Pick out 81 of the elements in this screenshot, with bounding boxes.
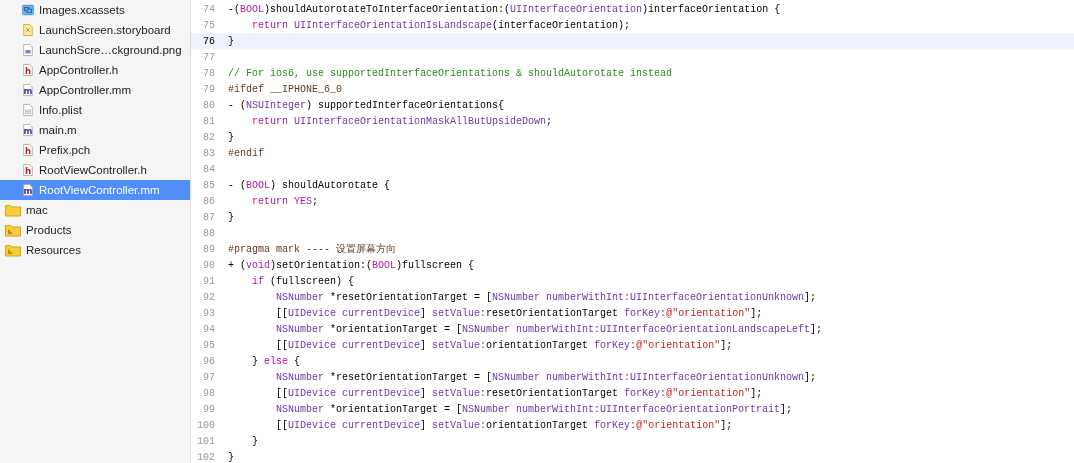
source-file-icon: m xyxy=(22,83,34,97)
code-text: [[UIDevice currentDevice] setValue:orientationTarget forKey:@"orientation"]; xyxy=(275,419,733,431)
file-item[interactable]: m AppController.mm xyxy=(0,80,190,100)
line-number: 80 xyxy=(202,99,215,111)
source-file-icon: m xyxy=(22,123,34,137)
line-number: 91 xyxy=(202,275,215,287)
code-text: } xyxy=(251,435,258,447)
line-number: 90 xyxy=(202,259,215,271)
asset-catalog-icon xyxy=(22,3,34,17)
line-number: 81 xyxy=(202,115,215,127)
code-text: return YES; xyxy=(251,195,319,207)
line-number: 76 xyxy=(202,35,215,47)
line-number: 78 xyxy=(202,67,215,79)
line-number: 74 xyxy=(202,3,215,15)
file-item[interactable]: m main.m xyxy=(0,120,190,140)
code-text: #ifdef __IPHONE_6_0 xyxy=(228,83,343,95)
line-number: 102 xyxy=(196,451,215,463)
line-number: 98 xyxy=(202,387,215,399)
code-text: } xyxy=(228,35,234,47)
code-text: #endif xyxy=(228,147,264,159)
code-text: - (NSUInteger) supportedInterfaceOrientations{ xyxy=(228,99,505,111)
line-number: 93 xyxy=(202,307,215,319)
group-item[interactable]: Resources xyxy=(0,240,190,260)
line-number: 79 xyxy=(202,83,215,95)
file-item[interactable]: Info.plist xyxy=(0,100,190,120)
code-text: return UIInterfaceOrientationMaskAllButUpsideDown; xyxy=(251,115,553,127)
code-text: return UIInterfaceOrientationIsLandscape(interfaceOrientation); xyxy=(251,19,631,31)
storyboard-file-icon xyxy=(22,23,34,37)
group-folder-icon xyxy=(5,223,21,237)
code-text: if (fullscreen) { xyxy=(251,275,355,287)
group-folder-icon xyxy=(5,243,21,257)
line-number: 99 xyxy=(202,403,215,415)
code-text: [[UIDevice currentDevice] setValue:orientationTarget forKey:@"orientation"]; xyxy=(275,339,733,351)
line-number: 96 xyxy=(202,355,215,367)
line-number: 92 xyxy=(202,291,215,303)
code-text: [[UIDevice currentDevice] setValue:resetOrientationTarget forKey:@"orientation"]; xyxy=(275,387,763,399)
file-item[interactable]: h Prefix.pch xyxy=(0,140,190,160)
line-number: 77 xyxy=(202,51,215,63)
code-text: [[UIDevice currentDevice] setValue:resetOrientationTarget forKey:@"orientation"]; xyxy=(275,307,763,319)
file-item[interactable]: h AppController.h xyxy=(0,60,190,80)
code-text: // For ios6, use supportedInterfaceOrientations & shouldAutorotate instead xyxy=(228,67,673,79)
group-item[interactable]: mac xyxy=(0,200,190,220)
code-text: + (void)setOrientation:(BOOL)fullscreen { xyxy=(228,259,475,271)
plist-file-icon xyxy=(22,103,34,117)
header-file-icon: h xyxy=(22,163,34,177)
line-number: 83 xyxy=(202,147,215,159)
line-number: 75 xyxy=(202,19,215,31)
source-file-icon: m xyxy=(22,183,34,197)
folder-icon xyxy=(5,203,21,217)
header-file-icon: h xyxy=(22,63,34,77)
code-text: NSNumber *resetOrientationTarget = [NSNumber numberWithInt:UIInterfaceOrientationUnknown]; xyxy=(275,291,817,303)
line-number: 89 xyxy=(202,243,215,255)
code-text: } xyxy=(228,451,234,463)
file-item[interactable]: Images.xcassets xyxy=(0,0,190,20)
line-number: 88 xyxy=(202,227,215,239)
line-number: 87 xyxy=(202,211,215,223)
image-file-icon xyxy=(22,43,34,57)
code-text: } xyxy=(228,211,234,223)
file-item[interactable]: LaunchScreen.storyboard xyxy=(0,20,190,40)
line-number: 82 xyxy=(202,131,215,143)
line-number: 86 xyxy=(202,195,215,207)
code-text: #pragma mark ---- 设置屏幕方向 xyxy=(228,242,397,256)
code-text: NSNumber *orientationTarget = [NSNumber numberWithInt:UIInterfaceOrientationPortrait]; xyxy=(275,403,793,415)
code-text: - (BOOL) shouldAutorotate { xyxy=(228,179,391,191)
code-text: } else { xyxy=(251,355,301,367)
header-file-icon: h xyxy=(22,143,34,157)
group-item[interactable]: Products xyxy=(0,220,190,240)
line-number: 94 xyxy=(202,323,215,335)
code-text: } xyxy=(228,131,234,143)
line-number: 85 xyxy=(202,179,215,191)
line-number: 101 xyxy=(196,435,215,447)
line-number: 95 xyxy=(202,339,215,351)
line-number: 84 xyxy=(202,163,215,175)
code-text: NSNumber *resetOrientationTarget = [NSNumber numberWithInt:UIInterfaceOrientationUnknown]; xyxy=(275,371,817,383)
file-item[interactable]: h RootViewController.h xyxy=(0,160,190,180)
file-item[interactable]: LaunchScre…ckground.png xyxy=(0,40,190,60)
file-item[interactable]: m RootViewController.mm xyxy=(0,180,190,200)
code-text: -(BOOL)shouldAutorotateToInterfaceOrientation:(UIInterfaceOrientation)interfaceOrientation { xyxy=(228,3,781,15)
line-number: 97 xyxy=(202,371,215,383)
code-text: NSNumber *orientationTarget = [NSNumber numberWithInt:UIInterfaceOrientationLandscapeLeft]; xyxy=(275,323,823,335)
line-number: 100 xyxy=(196,419,215,431)
